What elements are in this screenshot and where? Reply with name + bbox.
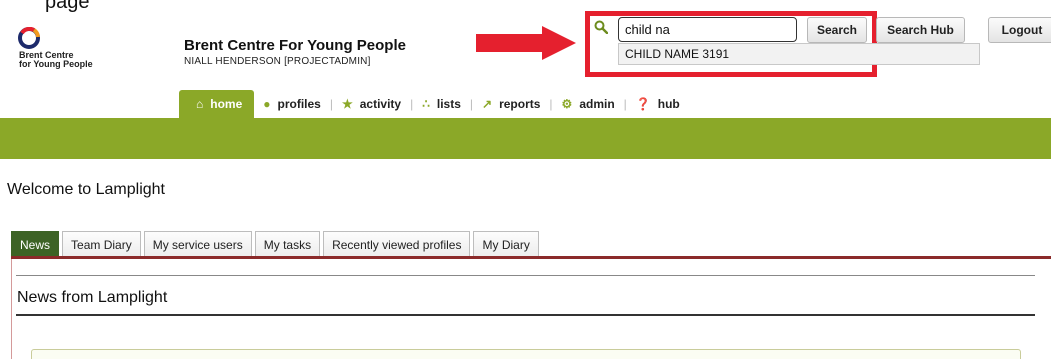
nav-activity-label: activity — [359, 97, 402, 111]
heading-underline — [16, 314, 1035, 316]
search-input[interactable] — [618, 17, 797, 42]
main-nav: ⌂ home ● profiles | ★ activity | ∴ lists… — [179, 90, 689, 118]
nav-hub[interactable]: ❓ hub — [627, 90, 689, 118]
nav-lists[interactable]: ∴ lists — [413, 90, 470, 118]
question-icon: ❓ — [635, 97, 651, 111]
news-item-box — [31, 349, 1021, 359]
search-button[interactable]: Search — [807, 17, 867, 43]
logo-text: Brent Centre for Young People — [19, 51, 93, 69]
news-heading: News from Lamplight — [17, 289, 168, 306]
partial-heading-text: page — [45, 0, 90, 13]
nav-home-label: home — [210, 97, 243, 111]
annotation-arrow-icon — [476, 26, 576, 60]
nav-profiles-label: profiles — [277, 97, 321, 111]
tab-news[interactable]: News — [11, 231, 60, 257]
nav-profiles[interactable]: ● profiles — [254, 90, 330, 118]
page-title: Welcome to Lamplight — [7, 181, 165, 198]
nav-home[interactable]: ⌂ home — [179, 90, 255, 118]
tab-my-tasks[interactable]: My tasks — [254, 231, 321, 257]
dashboard-tabs: News Team Diary My service users My task… — [11, 231, 542, 257]
logo-ring-icon — [18, 27, 40, 49]
logo-line-2: for Young People — [19, 59, 93, 69]
tab-my-diary[interactable]: My Diary — [473, 231, 539, 257]
chart-icon: ↗ — [482, 97, 493, 111]
nav-admin-label: admin — [579, 97, 615, 111]
home-icon: ⌂ — [196, 97, 204, 111]
nav-reports-label: reports — [499, 97, 541, 111]
panel-border — [11, 259, 12, 359]
nav-reports[interactable]: ↗ reports — [473, 90, 549, 118]
logout-button[interactable]: Logout — [988, 17, 1051, 43]
nav-lists-label: lists — [436, 97, 461, 111]
org-name: Brent Centre For Young People — [184, 37, 406, 54]
tab-underline — [11, 256, 1051, 259]
star-icon: ★ — [341, 97, 353, 111]
brand-logo[interactable]: Brent Centre for Young People — [18, 27, 118, 77]
nav-activity[interactable]: ★ activity — [333, 90, 410, 118]
tab-team-diary[interactable]: Team Diary — [62, 231, 141, 257]
search-suggestion[interactable]: CHILD NAME 3191 — [618, 43, 980, 65]
person-icon: ● — [263, 97, 271, 111]
nav-band — [0, 118, 1051, 159]
search-hub-button[interactable]: Search Hub — [876, 17, 965, 43]
tab-recently-viewed-profiles[interactable]: Recently viewed profiles — [323, 231, 471, 257]
search-icon — [594, 20, 608, 34]
tab-my-service-users[interactable]: My service users — [143, 231, 252, 257]
nav-admin[interactable]: ⚙ admin — [553, 90, 624, 118]
cogs-icon: ⚙ — [561, 97, 573, 111]
group-icon: ∴ — [422, 97, 430, 111]
nav-hub-label: hub — [657, 97, 680, 111]
current-user: NIALL HENDERSON [PROJECTADMIN] — [184, 56, 371, 67]
divider — [16, 275, 1035, 276]
